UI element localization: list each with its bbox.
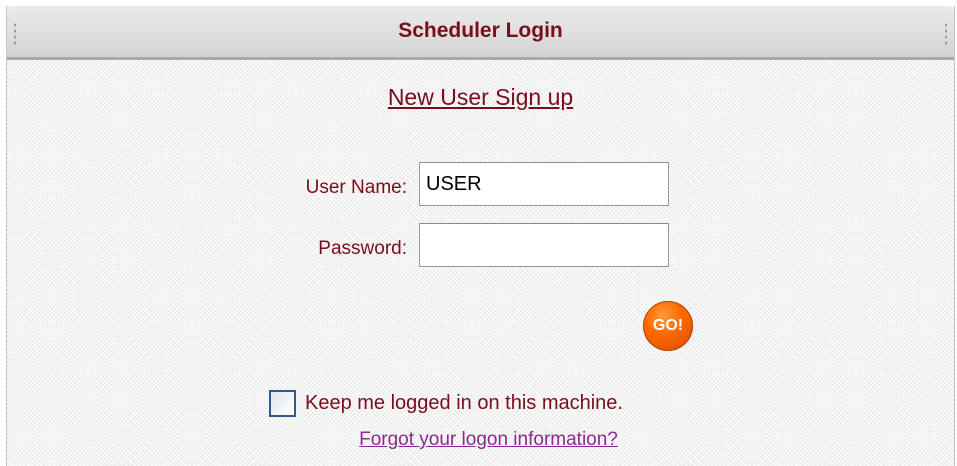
- panel-title: Scheduler Login: [398, 19, 563, 42]
- forgot-logon-link[interactable]: Forgot your logon information?: [359, 429, 618, 450]
- keep-logged-in-checkbox[interactable]: [269, 390, 296, 417]
- forgot-link-row: Forgot your logon information?: [7, 429, 954, 451]
- username-label: User Name:: [305, 177, 407, 198]
- go-button[interactable]: GO!: [643, 301, 693, 351]
- keep-logged-in-row: Keep me logged in on this machine.: [269, 390, 623, 417]
- password-label: Password:: [318, 238, 407, 259]
- grip-dots-right: [944, 22, 948, 46]
- title-bar: Scheduler Login: [7, 6, 954, 60]
- keep-logged-in-label[interactable]: Keep me logged in on this machine.: [305, 392, 623, 415]
- signup-link-row: New User Sign up: [7, 84, 954, 111]
- username-input[interactable]: [419, 162, 669, 206]
- grip-dots-left: [13, 22, 17, 46]
- new-user-signup-link[interactable]: New User Sign up: [388, 84, 573, 110]
- login-panel: Scheduler Login New User Sign up User Na…: [6, 6, 955, 466]
- password-input[interactable]: [419, 223, 669, 267]
